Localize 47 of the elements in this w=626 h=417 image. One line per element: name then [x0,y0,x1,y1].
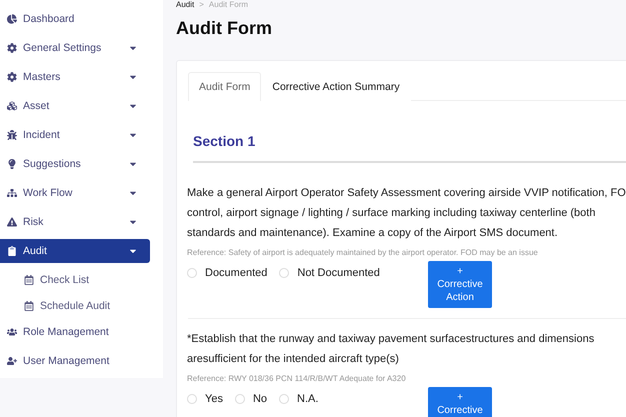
menu-icon [7,130,17,140]
radio-option[interactable]: No [234,393,268,405]
tab[interactable]: Audit Form [188,72,262,101]
radio-button[interactable] [279,394,290,404]
page-title: Audit Form [176,18,273,39]
menu-icon [7,327,17,337]
menu-icon [7,72,17,82]
calendar-icon [24,301,34,311]
question-text: Make a general Airport Operator Safety Assessment covering airside VVIP notification, FO control, airport signage / lighting / surface marking including taxiway centerline (both standards and maintenance). Examine a copy of the Airport SMS document. [187,186,626,241]
sidebar-item[interactable]: Asset [0,94,150,118]
sidebar-item[interactable]: Suggestions [0,152,150,176]
menu-icon [7,43,17,53]
breadcrumb-separator: > [199,0,204,10]
menu-icon [7,101,17,111]
breadcrumb-link[interactable]: Audit [176,0,194,10]
question-text: *Establish that the runway and taxiway pavement surfacestructures and dimensions aresufficient for the intended aircraft type(s) [187,332,596,367]
radio-button[interactable] [279,268,290,278]
menu-icon [7,246,17,256]
radio-option[interactable]: N.A. [279,393,318,405]
section-title: Section 1 [193,133,256,151]
sidebar-item[interactable]: Incident [0,123,150,147]
radio-button[interactable] [234,394,245,404]
corrective-action-button[interactable]: + Corrective [428,387,492,417]
sidebar-subitem[interactable]: Check List [0,268,163,292]
sidebar-item[interactable]: Masters [0,65,150,89]
sidebar-subitem[interactable]: Schedule Audit [0,294,163,318]
menu-icon [7,159,17,169]
radio-option[interactable]: Not Documented [279,267,380,279]
sidebar-item[interactable]: User Management [0,349,150,373]
sidebar-item[interactable]: Risk [0,210,150,234]
reference-text: Reference: Safety of airport is adequately maintained by the airport operator. FOD may be an issue [187,248,539,257]
sidebar-item[interactable]: Dashboard [0,7,150,31]
sidebar-item[interactable]: Role Management [0,320,150,344]
radio-button[interactable] [187,268,197,278]
sidebar-item[interactable]: Work Flow [0,181,150,205]
menu-icon [7,356,17,366]
sidebar-item[interactable]: Audit [0,239,150,263]
radio-option[interactable]: Documented [187,267,268,279]
reference-text: Reference: RWY 018/36 PCN 114/R/B/WT Adequate for A320 [187,374,407,383]
menu-icon [7,188,17,198]
menu-icon [7,14,17,24]
menu-icon [7,217,17,227]
radio-option[interactable]: Yes [187,393,223,405]
radio-button[interactable] [187,394,197,404]
calendar-icon [24,275,34,285]
corrective-action-button[interactable]: + Corrective Action [428,261,492,308]
sidebar-item[interactable]: General Settings [0,36,150,60]
